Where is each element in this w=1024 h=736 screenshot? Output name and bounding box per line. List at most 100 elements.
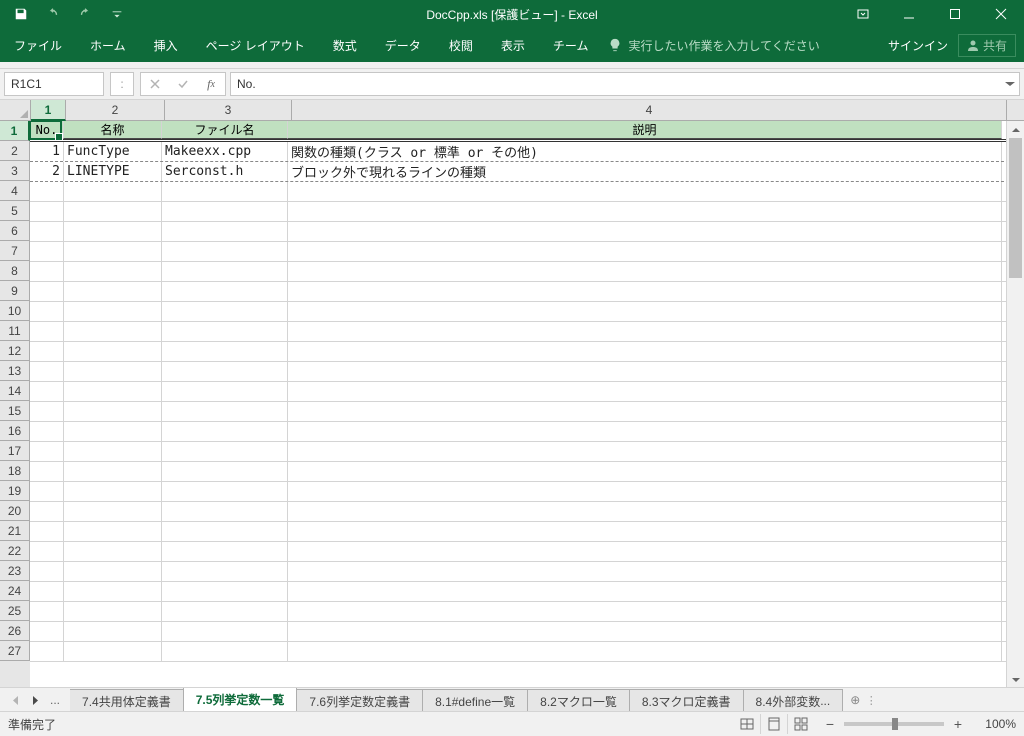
- cell[interactable]: [30, 582, 64, 601]
- cell[interactable]: [288, 562, 1002, 581]
- cell[interactable]: [162, 562, 288, 581]
- enter-formula-button[interactable]: [169, 73, 197, 95]
- row-header[interactable]: 15: [0, 401, 30, 421]
- cell[interactable]: [30, 202, 64, 221]
- row-header[interactable]: 13: [0, 361, 30, 381]
- cell[interactable]: [30, 342, 64, 361]
- cell[interactable]: [30, 422, 64, 441]
- tab-team[interactable]: チーム: [539, 28, 603, 62]
- cell[interactable]: [64, 482, 162, 501]
- cell[interactable]: [30, 542, 64, 561]
- horizontal-scrollbar[interactable]: [875, 688, 1024, 712]
- cell[interactable]: [162, 482, 288, 501]
- header-cell-description[interactable]: 説明: [288, 121, 1002, 139]
- row-header[interactable]: 25: [0, 601, 30, 621]
- cell[interactable]: [64, 322, 162, 341]
- tab-insert[interactable]: 挿入: [140, 28, 192, 62]
- scroll-track[interactable]: [1007, 138, 1024, 671]
- tell-me-search[interactable]: 実行したい作業を入力してください: [608, 37, 819, 54]
- cell[interactable]: [30, 522, 64, 541]
- cell[interactable]: [30, 262, 64, 281]
- row-header[interactable]: 18: [0, 461, 30, 481]
- cell[interactable]: [64, 242, 162, 261]
- save-button[interactable]: [6, 2, 36, 26]
- cell[interactable]: [30, 622, 64, 641]
- row-header[interactable]: 24: [0, 581, 30, 601]
- column-header[interactable]: 2: [66, 100, 165, 120]
- cell[interactable]: [30, 242, 64, 261]
- view-normal-button[interactable]: [734, 714, 760, 734]
- cell[interactable]: [162, 642, 288, 661]
- cell[interactable]: [162, 242, 288, 261]
- row-header[interactable]: 9: [0, 281, 30, 301]
- zoom-out-button[interactable]: −: [822, 716, 838, 732]
- cancel-formula-button[interactable]: [141, 73, 169, 95]
- cell[interactable]: [288, 182, 1002, 201]
- row-header[interactable]: 17: [0, 441, 30, 461]
- redo-button[interactable]: [70, 2, 100, 26]
- maximize-button[interactable]: [932, 0, 978, 28]
- cell[interactable]: [162, 522, 288, 541]
- cell[interactable]: [64, 402, 162, 421]
- scroll-thumb[interactable]: [1009, 138, 1022, 278]
- vertical-scrollbar[interactable]: [1006, 121, 1024, 688]
- cell[interactable]: [162, 382, 288, 401]
- cell[interactable]: [288, 402, 1002, 421]
- cell[interactable]: [288, 602, 1002, 621]
- sheet-tab[interactable]: 8.1#define一覧: [422, 689, 528, 712]
- cell[interactable]: [288, 342, 1002, 361]
- cell[interactable]: [288, 522, 1002, 541]
- sheet-tab[interactable]: 7.6列挙定数定義書: [296, 689, 423, 712]
- view-page-break-button[interactable]: [787, 714, 814, 734]
- cell[interactable]: [64, 422, 162, 441]
- header-cell-filename[interactable]: ファイル名: [162, 121, 288, 139]
- close-button[interactable]: [978, 0, 1024, 28]
- sheet-tab[interactable]: 8.2マクロ一覧: [527, 689, 630, 712]
- row-header[interactable]: 21: [0, 521, 30, 541]
- cell[interactable]: [64, 622, 162, 641]
- sheet-nav-first[interactable]: [6, 691, 24, 709]
- cell[interactable]: [64, 442, 162, 461]
- qat-customize-button[interactable]: [102, 2, 132, 26]
- zoom-percent[interactable]: 100%: [972, 717, 1016, 731]
- sheet-tab[interactable]: 7.4共用体定義書: [70, 689, 184, 712]
- cell[interactable]: [162, 282, 288, 301]
- column-header[interactable]: 4: [292, 100, 1007, 120]
- row-header[interactable]: 2: [0, 141, 30, 161]
- row-header[interactable]: 19: [0, 481, 30, 501]
- row-header[interactable]: 22: [0, 541, 30, 561]
- cell[interactable]: [162, 202, 288, 221]
- cell[interactable]: [288, 542, 1002, 561]
- sheet-tab[interactable]: 7.5列挙定数一覧: [183, 688, 298, 712]
- sheet-nav-ellipsis[interactable]: ...: [46, 693, 64, 707]
- cell[interactable]: [162, 322, 288, 341]
- cell[interactable]: [288, 622, 1002, 641]
- cell[interactable]: [64, 362, 162, 381]
- cell[interactable]: Serconst.h: [162, 162, 288, 181]
- cell[interactable]: 関数の種類(クラス or 標準 or その他): [288, 142, 1002, 161]
- sheet-nav-next[interactable]: [26, 691, 44, 709]
- insert-row-button[interactable]: :: [110, 72, 134, 96]
- row-header[interactable]: 27: [0, 641, 30, 661]
- cell[interactable]: [162, 422, 288, 441]
- cell[interactable]: Makeexx.cpp: [162, 142, 288, 161]
- cell[interactable]: [288, 382, 1002, 401]
- cell[interactable]: [30, 322, 64, 341]
- cell[interactable]: [288, 462, 1002, 481]
- cell[interactable]: [288, 242, 1002, 261]
- cell[interactable]: [288, 422, 1002, 441]
- row-header[interactable]: 6: [0, 221, 30, 241]
- cell[interactable]: [30, 502, 64, 521]
- cell[interactable]: [288, 322, 1002, 341]
- cell[interactable]: [30, 642, 64, 661]
- cell[interactable]: ブロック外で現れるラインの種類: [288, 162, 1002, 181]
- cell[interactable]: [288, 442, 1002, 461]
- cell[interactable]: [288, 502, 1002, 521]
- add-sheet-button[interactable]: ⊕: [843, 688, 867, 712]
- tab-home[interactable]: ホーム: [76, 28, 140, 62]
- cell[interactable]: [30, 362, 64, 381]
- sign-in-link[interactable]: サインイン: [888, 37, 948, 54]
- cell[interactable]: [162, 402, 288, 421]
- cell[interactable]: FuncType: [64, 142, 162, 161]
- cell[interactable]: [288, 302, 1002, 321]
